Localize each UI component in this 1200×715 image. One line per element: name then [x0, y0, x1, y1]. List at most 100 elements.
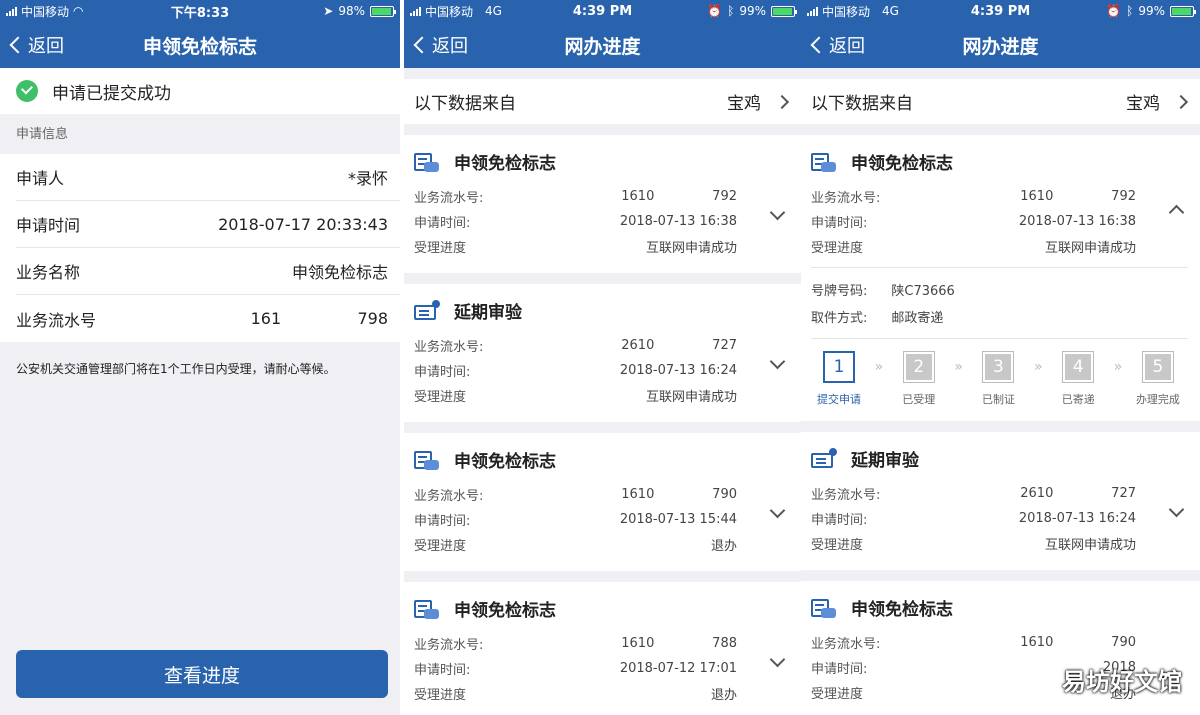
progress-value: 退办 [710, 539, 737, 554]
progress-card-expanded[interactable]: 申领免检标志 业务流水号: 1610 792 申请时间: 2018-07-13 16… [801, 135, 1200, 421]
progress-card[interactable]: 申领免检标志 业务流水号: 1610 788 申请时间: 2018-07-12 17… [404, 582, 801, 715]
time-label: 申请时间: [811, 513, 868, 528]
plate-value: 陕C73666 [891, 284, 955, 299]
time-value: 2018-07-13 16:38 [619, 214, 737, 229]
step-completed: 5 办理完成 [1130, 351, 1186, 407]
back-button[interactable]: 返回 [404, 32, 468, 58]
chevron-right-icon [774, 94, 790, 109]
carrier-label: 中国移动 [822, 4, 871, 19]
serial-label: 业务流水号: [414, 638, 484, 653]
serial-label: 业务流水号: [414, 191, 484, 206]
progress-value: 互联网申请成功 [645, 241, 737, 256]
time-value: 2018-07-13 16:24 [619, 363, 737, 378]
progress-label: 受理进度 [414, 390, 467, 405]
battery-icon [1170, 5, 1196, 17]
data-source-label: 以下数据来自 [414, 94, 516, 114]
progress-label: 受理进度 [811, 241, 864, 256]
id-card-icon [414, 299, 440, 322]
document-car-icon [414, 151, 440, 173]
back-label: 返回 [829, 36, 865, 57]
step-number: 3 [985, 354, 1012, 380]
step-mailed: 4 已寄递 [1050, 351, 1106, 407]
info-row-applicant: 申请人 *录怀 [16, 154, 400, 201]
data-source-label: 以下数据来自 [811, 94, 913, 114]
chevron-left-icon [413, 36, 431, 54]
signal-icon [410, 6, 421, 16]
back-button[interactable]: 返回 [0, 32, 64, 58]
alarm-icon: ⏰ [707, 4, 723, 18]
carrier-label: 中国移动 [21, 4, 70, 19]
progress-value: 互联网申请成功 [1044, 538, 1136, 553]
progress-value: 退办 [710, 688, 737, 703]
info-label: 业务名称 [16, 263, 81, 282]
step-arrow-icon: » [1034, 359, 1043, 375]
progress-card[interactable]: 申领免检标志 业务流水号: 1610 792 申请时间: 2018-07-13 16… [404, 135, 801, 273]
step-label: 提交申请 [817, 393, 861, 406]
phone-screen-progress-expanded: 中国移动 4G 4:39 PM ⏰ ᛒ 99% 返回 网办进度 以下数据来自 宝… [801, 0, 1200, 715]
info-value: 161 798 [250, 309, 388, 328]
bluetooth-icon: ᛒ [1126, 4, 1134, 18]
card-title: 申领免检标志 [851, 154, 953, 174]
back-label: 返回 [28, 36, 64, 57]
time-label: 申请时间: [811, 216, 868, 231]
info-row-serial-number: 业务流水号 161 798 [16, 295, 400, 342]
document-car-icon [414, 598, 440, 620]
success-check-icon [16, 80, 38, 102]
step-number: 5 [1144, 354, 1171, 380]
progress-card[interactable]: 延期审验 业务流水号: 2610 727 申请时间: 2018-07-13 16:2… [801, 432, 1200, 570]
progress-label: 受理进度 [414, 539, 467, 554]
data-source-row[interactable]: 以下数据来自 宝鸡 [801, 79, 1200, 124]
phone-screen-application-submitted: 中国移动 ◠ 下午8:33 ➤ 98% 返回 申领免检标志 申请已提交成功 申请… [0, 0, 400, 715]
pickup-value: 邮政寄递 [891, 311, 944, 326]
success-text: 申请已提交成功 [52, 83, 171, 104]
progress-card[interactable]: 申领免检标志 业务流水号: 1610 790 申请时间: 2018-07-13 15… [404, 433, 801, 571]
step-label: 已受理 [902, 393, 936, 406]
view-progress-button[interactable]: 查看进度 [16, 650, 388, 698]
network-label: 4G [882, 4, 899, 18]
signal-icon [6, 6, 17, 16]
battery-icon [370, 5, 396, 17]
progress-label: 受理进度 [414, 688, 467, 703]
step-number: 4 [1065, 354, 1092, 380]
chevron-left-icon [810, 36, 828, 54]
info-label: 业务流水号 [16, 310, 97, 330]
time-value: 2018-07-13 16:38 [1018, 214, 1136, 229]
time-value: 2018-07-12 17:01 [619, 661, 737, 676]
step-accepted: 2 已受理 [891, 351, 947, 407]
notice-text: 公安机关交通管理部门将在1个工作日内受理，请耐心等候。 [16, 362, 336, 376]
info-label: 申请人 [16, 169, 65, 188]
card-details: 号牌号码: 陕C73666 取件方式: 邮政寄递 [811, 267, 1188, 330]
watermark: 易坊好文馆 [1062, 668, 1182, 696]
serial-label: 业务流水号: [811, 191, 881, 206]
battery-icon [771, 5, 797, 17]
data-source-row[interactable]: 以下数据来自 宝鸡 [404, 79, 801, 124]
info-value: 2018-07-17 20:33:43 [218, 214, 388, 234]
time-value: 2018-07-13 15:44 [619, 512, 737, 527]
progress-card[interactable]: 延期审验 业务流水号: 2610 727 申请时间: 2018-07-13 16:2… [404, 284, 801, 422]
step-number: 2 [905, 354, 932, 380]
progress-label: 受理进度 [414, 241, 467, 256]
nav-bar: 返回 网办进度 [404, 22, 801, 68]
signal-icon [807, 6, 818, 16]
time-label: 申请时间: [414, 365, 471, 380]
back-button[interactable]: 返回 [801, 32, 865, 58]
status-bar: 中国移动 4G 4:39 PM ⏰ ᛒ 99% [404, 0, 801, 22]
info-row-apply-time: 申请时间 2018-07-17 20:33:43 [16, 201, 400, 248]
serial-value: 2610 727 [621, 338, 737, 353]
card-title: 延期审验 [454, 303, 522, 323]
time-label: 申请时间: [414, 514, 471, 529]
serial-value: 1610 792 [621, 189, 737, 204]
progress-label: 受理进度 [811, 687, 864, 702]
time-label: 申请时间: [414, 216, 471, 231]
serial-value: 1610 790 [1020, 635, 1136, 650]
progress-value: 互联网申请成功 [645, 390, 737, 405]
phone-screen-progress-list: 中国移动 4G 4:39 PM ⏰ ᛒ 99% 返回 网办进度 以下数据来自 宝… [404, 0, 801, 715]
application-info-list: 申请人 *录怀 申请时间 2018-07-17 20:33:43 业务名称 申领… [0, 154, 400, 342]
id-card-icon [811, 447, 837, 470]
time-label: 申请时间: [414, 663, 471, 678]
serial-value: 1610 792 [1020, 189, 1136, 204]
back-label: 返回 [432, 36, 468, 57]
info-value: 申领免检标志 [291, 263, 388, 282]
network-label: 4G [485, 4, 502, 18]
step-label: 已寄递 [1061, 393, 1095, 406]
